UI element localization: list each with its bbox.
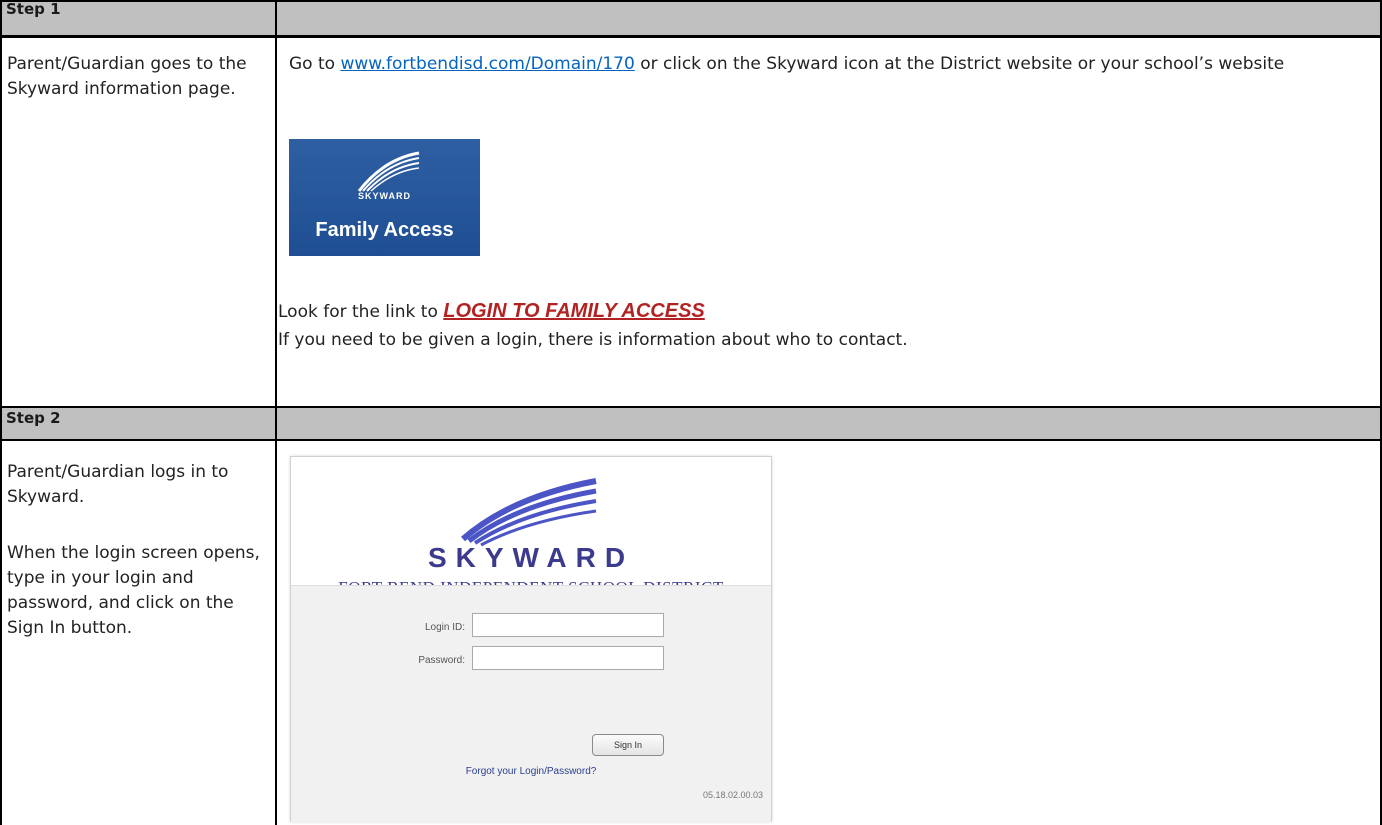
skyward-login-screenshot: SKYWARD FORT BEND INDEPENDENT SCHOOL DIS… [290, 456, 772, 822]
step2-description-2: When the login screen opens, type in you… [7, 543, 260, 638]
skyward-info-link[interactable]: www.fortbendisd.com/Domain/170 [340, 54, 634, 74]
step1-description: Parent/Guardian goes to the Skyward info… [7, 54, 247, 99]
login-id-input[interactable] [472, 613, 664, 637]
left-border [0, 0, 2, 825]
look-for-text: Look for the link to [278, 302, 438, 322]
family-access-tile[interactable]: SKYWARD Family Access [289, 139, 480, 256]
login-header: SKYWARD FORT BEND INDEPENDENT SCHOOL DIS… [291, 457, 771, 597]
password-label: Password: [418, 655, 465, 666]
look-for-line: Look for the link to LOGIN TO FAMILY ACC… [278, 299, 705, 325]
step2-label: Step 2 [6, 409, 61, 427]
go-to-text: Go to [289, 54, 336, 74]
after-url-text: or click on the Skyward icon at the Dist… [640, 54, 1285, 74]
skyward-swoosh-icon [357, 151, 420, 192]
step1-instructions: Go to www.fortbendisd.com/Domain/170 or … [289, 52, 1359, 77]
login-form: Login ID: Password: Sign In Forgot your … [291, 585, 771, 822]
step1-header-bottom-border [0, 35, 1382, 38]
password-input[interactable] [472, 646, 664, 670]
skyward-logo-swoosh-icon [461, 478, 597, 547]
login-family-access-link[interactable]: LOGIN TO FAMILY ACCESS [443, 300, 705, 322]
step2-header-row [0, 408, 1382, 440]
forgot-login-link[interactable]: Forgot your Login/Password? [291, 766, 771, 777]
column-divider [275, 0, 277, 825]
sign-in-button[interactable]: Sign In [592, 734, 664, 756]
step1-header-row [0, 0, 1382, 35]
tile-title: Family Access [315, 219, 454, 241]
step2-header-top-border [0, 406, 1382, 408]
step2-description-1: Parent/Guardian logs in to Skyward. [7, 462, 229, 507]
step2-header-bottom-border [0, 439, 1382, 441]
login-id-label: Login ID: [424, 622, 465, 633]
version-text: 05.18.02.00.03 [702, 790, 763, 800]
top-border [0, 0, 1382, 2]
tile-brand: SKYWARD [357, 191, 411, 201]
login-info-text: If you need to be given a login, there i… [278, 330, 908, 350]
skyward-logo-text: SKYWARD [427, 542, 635, 573]
instructions-document: Step 1 Step 2 Parent/Guardian goes to th… [0, 0, 1382, 825]
step1-label: Step 1 [6, 0, 61, 18]
